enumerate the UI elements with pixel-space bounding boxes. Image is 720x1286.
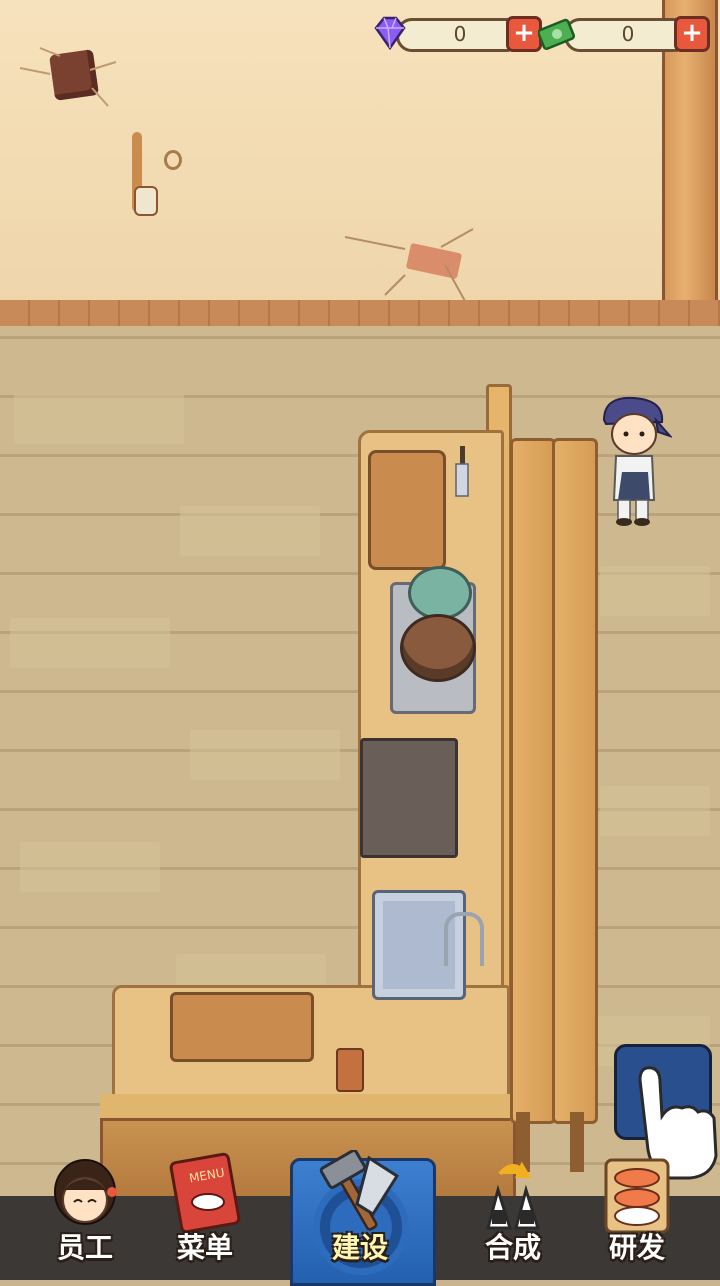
nav-label-merge: 合成 — [484, 1231, 541, 1264]
serving-bench-right[interactable] — [552, 438, 598, 1124]
nav-label-research: 研发 — [608, 1231, 665, 1264]
grill-station[interactable] — [360, 738, 458, 858]
staff-icon — [54, 1159, 117, 1225]
add-cash-button[interactable]: + — [674, 16, 710, 52]
hook-icon — [164, 150, 182, 170]
build-tools-icon — [319, 1150, 400, 1231]
merge-icon — [486, 1161, 541, 1230]
wall-crack-lines-2 — [345, 228, 474, 302]
nav-label-staff: 员工 — [56, 1231, 113, 1264]
chopsticks-icon — [336, 1048, 364, 1092]
green-pot-icon[interactable] — [408, 566, 472, 620]
chef-character[interactable] — [596, 396, 672, 528]
cash-counter: 0 + — [538, 16, 714, 52]
wall-crack-lines — [20, 47, 117, 107]
research-sushi-icon — [604, 1158, 670, 1234]
nav-item-build[interactable]: 建设 — [305, 1150, 415, 1276]
serving-bench-left[interactable] — [510, 438, 556, 1124]
counter-rail — [100, 1094, 510, 1121]
nav-item-menu[interactable]: MENU 菜单 — [150, 1150, 260, 1276]
nav-label-build: 建设 — [331, 1231, 388, 1264]
gem-count: 0 — [453, 22, 467, 46]
cash-count: 0 — [621, 22, 635, 46]
gem-counter: 0 + — [370, 16, 546, 52]
menu-book-icon: MENU — [169, 1152, 241, 1234]
wall-trim — [0, 300, 720, 329]
gem-icon — [374, 16, 406, 51]
prep-board[interactable] — [170, 992, 314, 1062]
add-gems-button[interactable]: + — [506, 16, 542, 52]
nav-label-menu: 菜单 — [176, 1231, 233, 1264]
cash-icon — [538, 18, 575, 50]
soup-pot-icon[interactable] — [400, 614, 476, 682]
nav-item-staff[interactable]: 员工 — [30, 1150, 140, 1276]
knife-icon — [455, 446, 469, 497]
brush-icon — [134, 186, 158, 216]
nav-item-research[interactable]: 研发 — [582, 1150, 692, 1276]
faucet-icon — [444, 912, 484, 966]
nav-item-merge[interactable]: 合成 — [458, 1150, 568, 1276]
cutting-board[interactable] — [368, 450, 446, 570]
